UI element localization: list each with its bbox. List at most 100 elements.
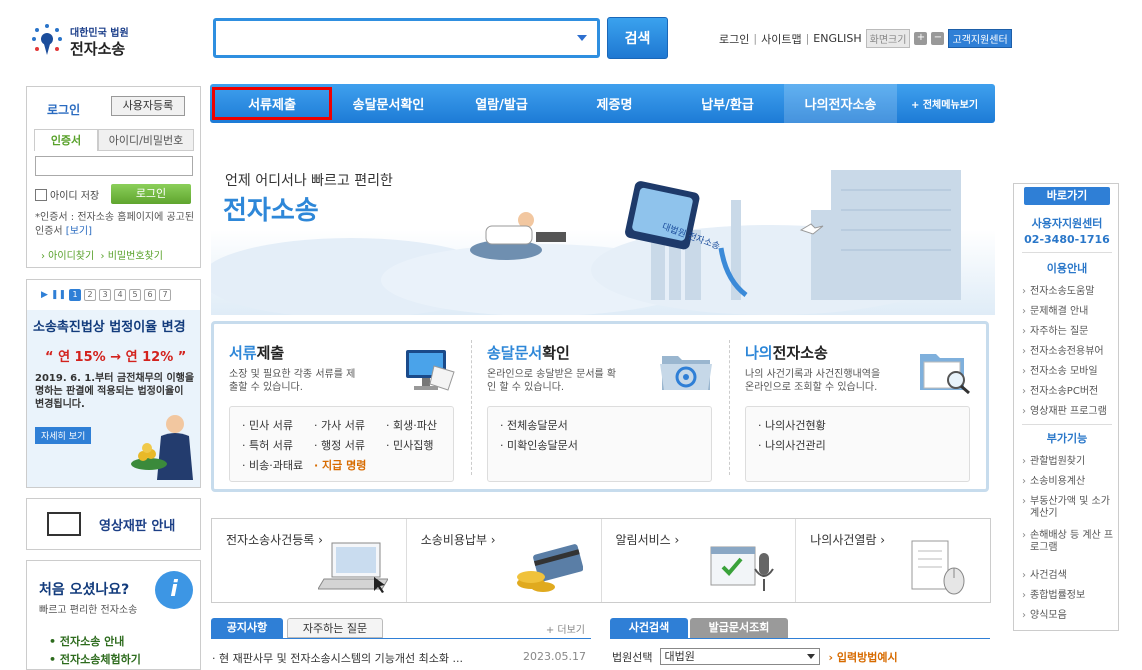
card-description: 온라인으로 송달받은 문서를 확인 할 수 있습니다. bbox=[487, 369, 617, 393]
quick-link[interactable]: 영상재판 프로그램 bbox=[1022, 406, 1118, 418]
login-button[interactable]: 로그인 bbox=[111, 184, 191, 204]
search-button[interactable]: 검색 bbox=[607, 17, 668, 59]
link-unchecked-delivery[interactable]: · 미확인송달문서 bbox=[500, 437, 578, 453]
quick-link[interactable]: 전자소송도움말 bbox=[1022, 286, 1118, 298]
divider bbox=[211, 638, 591, 639]
banner-page[interactable]: 2 bbox=[84, 289, 97, 301]
card-title: 나의전자소송 bbox=[745, 344, 828, 362]
input-example-link[interactable]: › 입력방법예시 bbox=[828, 649, 897, 665]
quick-link[interactable]: 자주하는 질문 bbox=[1022, 326, 1118, 338]
tab-id-password[interactable]: 아이디/비밀번호 bbox=[98, 129, 194, 151]
link-all-delivery[interactable]: · 전체송달문서 bbox=[500, 417, 568, 433]
find-password-link[interactable]: › 비밀번호찾기 bbox=[101, 251, 163, 262]
notice-title[interactable]: · 현 재판사무 및 전자소송시스템의 기능개선 최소화 ... bbox=[212, 652, 463, 665]
card-my-litigation[interactable]: 나의전자소송 나의 사건기록과 사건진행내역을 온라인으로 조회할 수 있습니다… bbox=[730, 324, 988, 489]
link-family[interactable]: · 가사 서류 bbox=[314, 417, 365, 433]
link-civil[interactable]: · 민사 서류 bbox=[242, 417, 293, 433]
guide-link[interactable]: • 전자소송 안내 bbox=[49, 633, 141, 651]
shortcut-case-register[interactable]: 전자소송사건등록 › bbox=[212, 519, 407, 602]
link-patent[interactable]: · 특허 서류 bbox=[242, 437, 293, 453]
quick-link[interactable]: 관할법원찾기 bbox=[1022, 456, 1118, 468]
quick-link[interactable]: 전자소송 모바일 bbox=[1022, 366, 1118, 378]
tab-certificate[interactable]: 인증서 bbox=[34, 129, 98, 151]
promo-more-button[interactable]: 자세히 보기 bbox=[35, 427, 92, 444]
quick-link[interactable]: 소송비용계산 bbox=[1022, 476, 1118, 488]
zoom-out-button[interactable]: − bbox=[931, 32, 945, 45]
save-id-checkbox[interactable]: 아이디 저장 bbox=[35, 187, 99, 202]
hero-banner: 대법원 전자소송 언제 어디서나 빠르고 편리한 전자소송 bbox=[211, 130, 995, 315]
quick-link[interactable]: 부동산가액 및 소가계산기 bbox=[1022, 496, 1118, 520]
support-center-phone: 02-3480-1716 bbox=[1024, 233, 1110, 246]
play-icon[interactable]: ▶ bbox=[41, 290, 48, 300]
certificate-note: *인증서 : 전자소송 홈페이지에 공고된 인증서 [보기] bbox=[35, 211, 195, 239]
banner-page[interactable]: 1 bbox=[69, 289, 82, 301]
card-document-submit[interactable]: 서류제출 소장 및 필요한 각종 서류를 제출할 수 있습니다. · 민사 서류… bbox=[214, 324, 472, 489]
tab-notices[interactable]: 공지사항 bbox=[211, 618, 283, 638]
nav-delivery-check[interactable]: 송달문서확인 bbox=[332, 84, 445, 123]
divider bbox=[729, 340, 730, 475]
quick-link[interactable]: 사건검색 bbox=[1022, 570, 1118, 582]
video-trial-guide[interactable]: 영상재판 안내 bbox=[26, 498, 201, 550]
quick-link[interactable]: 전자소송PC버전 bbox=[1022, 386, 1118, 398]
quick-link[interactable]: 종합법률정보 bbox=[1022, 590, 1118, 602]
link-my-cases[interactable]: · 나의사건현황 bbox=[758, 417, 826, 433]
promo-banner[interactable]: ▶ ❚❚ 1 2 3 4 5 6 7 소송촉진법상 법정이율 변경 “ 연 15… bbox=[26, 279, 201, 488]
register-button[interactable]: 사용자등록 bbox=[111, 96, 185, 116]
divider bbox=[471, 340, 472, 475]
nav-payment-refund[interactable]: 납부/환급 bbox=[671, 84, 784, 123]
card-links: · 민사 서류 · 가사 서류 · 회생·파산 · 특허 서류 · 행정 서류 … bbox=[229, 406, 454, 482]
shortcut-case-view[interactable]: 나의사건열람 › bbox=[796, 519, 990, 602]
nav-document-submit[interactable]: 서류제출 bbox=[212, 87, 332, 120]
court-select[interactable]: 대법원 bbox=[660, 648, 821, 665]
tab-faq[interactable]: 자주하는 질문 bbox=[287, 618, 383, 638]
nav-view-issue[interactable]: 열람/발급 bbox=[445, 84, 558, 123]
quick-link[interactable]: 문제해결 안내 bbox=[1022, 306, 1118, 318]
login-link[interactable]: 로그인 bbox=[719, 31, 749, 47]
link-enforcement[interactable]: · 민사집행 bbox=[386, 437, 433, 453]
banner-page[interactable]: 5 bbox=[129, 289, 142, 301]
link-nonlitigation[interactable]: · 비송·과태료 bbox=[242, 457, 303, 473]
certificate-view-link[interactable]: [보기] bbox=[66, 226, 92, 237]
zoom-in-button[interactable]: + bbox=[914, 32, 928, 45]
notices-more-link[interactable]: + 더보기 bbox=[546, 621, 585, 636]
logo-court-text: 대한민국 법원 bbox=[70, 28, 129, 39]
notice-item[interactable]: · 현 재판사무 및 전자소송시스템의 기능개선 최소화 ... 2023.05… bbox=[212, 650, 592, 666]
shortcut-fee-payment[interactable]: 소송비용납부 › bbox=[407, 519, 602, 602]
court-logo[interactable]: 대한민국 법원 전자소송 bbox=[30, 20, 140, 60]
english-link[interactable]: ENGLISH bbox=[813, 32, 861, 45]
link-rehab[interactable]: · 회생·파산 bbox=[386, 417, 437, 433]
quick-link[interactable]: 전자소송전용뷰어 bbox=[1022, 346, 1118, 358]
shortcut-label: 나의사건열람 › bbox=[810, 533, 886, 547]
banner-page[interactable]: 4 bbox=[114, 289, 127, 301]
support-center-button[interactable]: 고객지원센터 bbox=[948, 29, 1012, 48]
link-case-manage[interactable]: · 나의사건관리 bbox=[758, 437, 826, 453]
checkbox-icon[interactable] bbox=[35, 188, 47, 201]
separator: | bbox=[753, 32, 758, 45]
link-admin[interactable]: · 행정 서류 bbox=[314, 437, 365, 453]
nav-certificates[interactable]: 제증명 bbox=[558, 84, 671, 123]
banner-page[interactable]: 7 bbox=[159, 289, 172, 301]
nav-my-litigation[interactable]: 나의전자소송 bbox=[784, 84, 897, 123]
banner-page[interactable]: 6 bbox=[144, 289, 157, 301]
first-visit-links: • 전자소송 안내 • 전자소송체험하기 bbox=[49, 633, 141, 669]
tab-issued-docs[interactable]: 발급문서조회 bbox=[690, 618, 788, 638]
find-id-link[interactable]: › 아이디찾기 bbox=[41, 251, 94, 262]
quick-link[interactable]: 손해배상 등 계산 프로그램 bbox=[1022, 530, 1118, 554]
banner-page[interactable]: 3 bbox=[99, 289, 112, 301]
search-input[interactable] bbox=[213, 18, 600, 58]
banner-controls: ▶ ❚❚ 1 2 3 4 5 6 7 bbox=[41, 289, 172, 301]
sitemap-link[interactable]: 사이트맵 bbox=[761, 31, 801, 47]
dropdown-arrow-icon[interactable] bbox=[577, 35, 587, 41]
full-menu-link[interactable]: + 전체메뉴보기 bbox=[911, 96, 978, 111]
link-payment-order[interactable]: · 지급 명령 bbox=[314, 457, 366, 473]
find-links: › 아이디찾기 › 비밀번호찾기 bbox=[41, 247, 163, 262]
experience-link[interactable]: • 전자소송체험하기 bbox=[49, 651, 141, 669]
shortcut-notification[interactable]: 알림서비스 › bbox=[602, 519, 797, 602]
promo-title: 소송촉진법상 법정이율 변경 bbox=[33, 320, 186, 335]
folder-search-icon bbox=[920, 354, 970, 394]
quick-link[interactable]: 양식모음 bbox=[1022, 610, 1118, 622]
certificate-input[interactable] bbox=[35, 156, 193, 176]
pause-icon[interactable]: ❚❚ bbox=[51, 290, 66, 300]
card-delivery-check[interactable]: 송달문서확인 온라인으로 송달받은 문서를 확인 할 수 있습니다. · 전체송… bbox=[472, 324, 730, 489]
tab-case-search[interactable]: 사건검색 bbox=[610, 618, 688, 638]
